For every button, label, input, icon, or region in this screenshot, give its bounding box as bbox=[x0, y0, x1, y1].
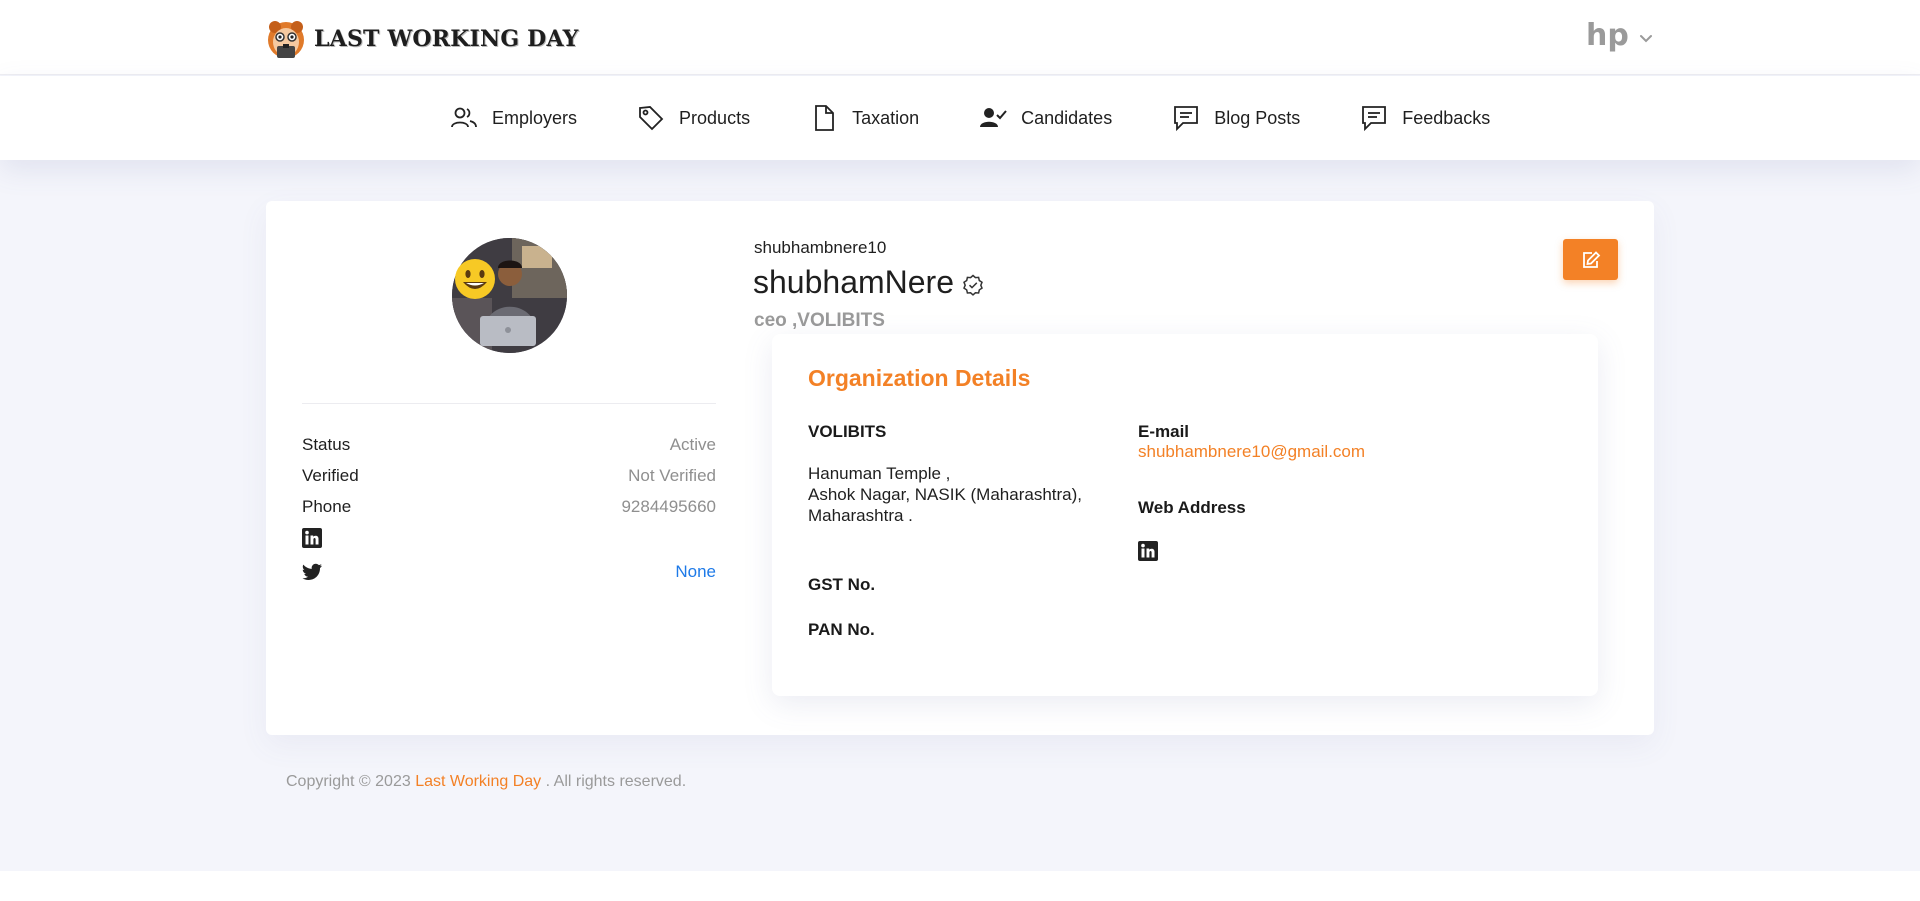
nav-label: Feedbacks bbox=[1402, 107, 1491, 128]
footer-prefix: Copyright © 2023 bbox=[286, 773, 416, 790]
verified-value: Not Verified bbox=[628, 466, 716, 485]
nav-item-blog-posts[interactable]: Blog Posts bbox=[1172, 104, 1300, 132]
address-line-1: Hanuman Temple , bbox=[808, 464, 951, 483]
footer-copyright: Copyright © 2023 Last Working Day . All … bbox=[286, 773, 686, 791]
user-check-icon bbox=[980, 108, 1007, 127]
brand-logo-icon bbox=[268, 21, 304, 58]
brand[interactable]: LAST WORKING DAY bbox=[266, 18, 579, 60]
chevron-down-icon bbox=[1639, 34, 1652, 42]
twitter-row: None bbox=[302, 560, 716, 584]
footer-suffix: . All rights reserved. bbox=[541, 773, 687, 790]
bottom-strip bbox=[0, 871, 1920, 901]
organization-name: VOLIBITS bbox=[808, 422, 887, 441]
phone-row: Phone 9284495660 bbox=[302, 495, 716, 519]
full-name-text: shubhamNere bbox=[753, 264, 954, 300]
tag-icon bbox=[639, 106, 664, 131]
pan-label: PAN No. bbox=[808, 620, 875, 639]
top-bar: LAST WORKING DAY hp bbox=[0, 0, 1920, 75]
address-line-2: Ashok Nagar, NASIK (Maharashtra), bbox=[808, 485, 1083, 504]
twitter-value-link[interactable]: None bbox=[675, 562, 716, 582]
twitter-icon[interactable] bbox=[302, 563, 322, 581]
nav-label: Products bbox=[679, 107, 751, 128]
nav-label: Candidates bbox=[1021, 107, 1113, 128]
status-label: Status bbox=[302, 435, 351, 454]
nav-label: Taxation bbox=[852, 107, 920, 128]
document-icon bbox=[815, 105, 834, 131]
address-line-3: Maharashtra . bbox=[808, 506, 913, 525]
message-icon bbox=[1362, 106, 1387, 132]
edit-icon bbox=[1582, 250, 1600, 268]
nav-item-products[interactable]: Products bbox=[637, 104, 750, 132]
organization-address: Hanuman Temple , Ashok Nagar, NASIK (Mah… bbox=[808, 463, 1082, 526]
linkedin-icon[interactable] bbox=[302, 528, 322, 548]
brand-name: LAST WORKING DAY bbox=[314, 26, 579, 52]
username: shubhambnere10 bbox=[754, 238, 887, 257]
verified-badge-icon bbox=[963, 274, 983, 296]
status-value: Active bbox=[669, 435, 716, 454]
phone-value: 9284495660 bbox=[621, 497, 716, 516]
nav-label: Blog Posts bbox=[1214, 107, 1301, 128]
nav-item-candidates[interactable]: Candidates bbox=[979, 104, 1112, 132]
gst-label: GST No. bbox=[808, 575, 876, 594]
status-row: Status Active bbox=[302, 433, 716, 457]
web-address-label: Web Address bbox=[1138, 498, 1246, 517]
nav-label: Employers bbox=[492, 107, 578, 128]
user-menu[interactable]: hp bbox=[1586, 18, 1653, 53]
nav-item-feedbacks[interactable]: Feedbacks bbox=[1360, 104, 1490, 132]
edit-profile-button[interactable] bbox=[1563, 239, 1618, 280]
main-nav: Employers Products Taxation Candidates B… bbox=[0, 76, 1920, 160]
job-title-company: ceo ,VOLIBITS bbox=[754, 310, 885, 331]
full-name: shubhamNere bbox=[753, 264, 984, 301]
divider bbox=[302, 403, 716, 404]
verified-row: Verified Not Verified bbox=[302, 464, 716, 488]
verified-label: Verified bbox=[302, 466, 359, 485]
linkedin-row bbox=[302, 526, 716, 550]
linkedin-icon[interactable] bbox=[1138, 541, 1158, 561]
nav-item-employers[interactable]: Employers bbox=[450, 104, 577, 132]
footer-brand-link[interactable]: Last Working Day bbox=[415, 773, 541, 790]
nav-item-taxation[interactable]: Taxation bbox=[810, 104, 919, 132]
message-icon bbox=[1174, 106, 1199, 132]
phone-label: Phone bbox=[302, 497, 352, 516]
user-name: hp bbox=[1586, 18, 1629, 53]
email-link[interactable]: shubhambnere10@gmail.com bbox=[1138, 442, 1365, 462]
smiley-emoji-icon bbox=[455, 259, 495, 299]
organization-title: Organization Details bbox=[808, 365, 1031, 391]
users-icon bbox=[451, 107, 477, 128]
email-label: E-mail bbox=[1138, 422, 1190, 441]
